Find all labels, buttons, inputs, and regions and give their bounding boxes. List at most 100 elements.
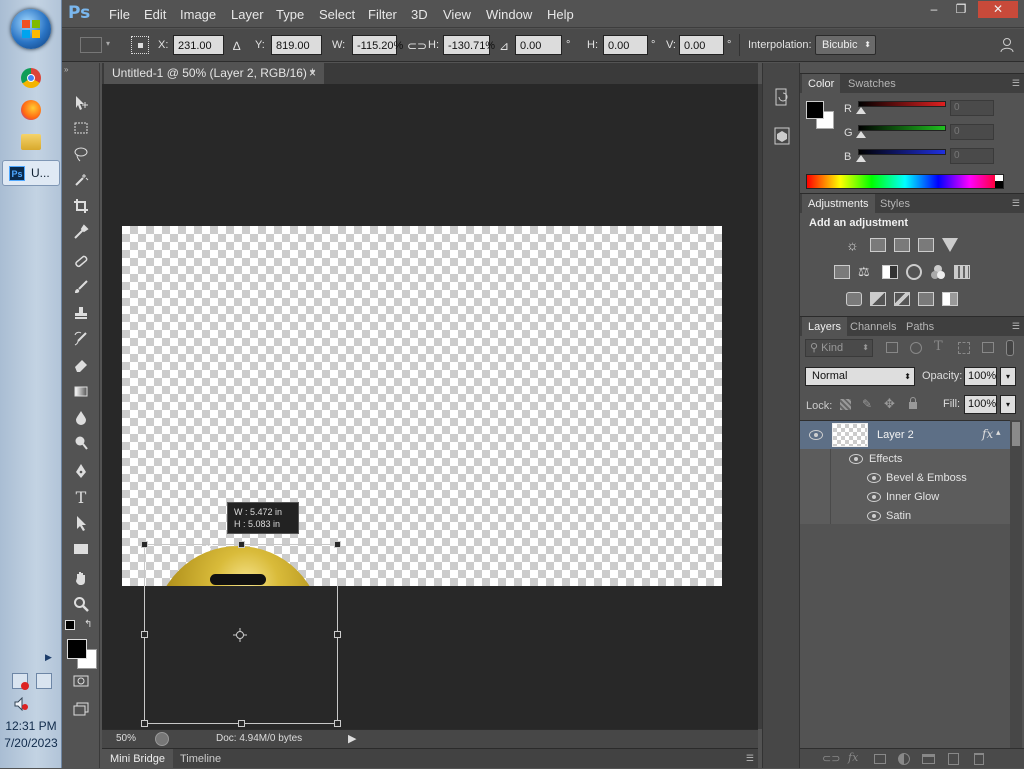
swap-colors-icon[interactable]: ↰ — [84, 619, 92, 630]
vertical-skew-field[interactable]: 0.00 — [679, 35, 724, 55]
healing-brush-tool-icon[interactable] — [71, 251, 91, 271]
selective-color-icon[interactable] — [942, 292, 958, 306]
filter-adjustment-icon[interactable] — [910, 342, 922, 354]
width-percent-field[interactable]: -115.20% — [352, 35, 403, 55]
levels-icon[interactable] — [870, 238, 886, 252]
menu-window[interactable]: Window — [486, 7, 532, 22]
warp-mode-icon[interactable] — [999, 37, 1015, 53]
effect-visibility-eye-icon[interactable] — [867, 473, 881, 483]
menu-view[interactable]: View — [443, 7, 471, 22]
menu-layer[interactable]: Layer — [231, 7, 264, 22]
menu-edit[interactable]: Edit — [144, 7, 166, 22]
curves-icon[interactable] — [894, 238, 910, 252]
firefox-icon[interactable] — [21, 100, 41, 120]
tab-swatches[interactable]: Swatches — [842, 74, 902, 94]
transform-handle-bottom[interactable] — [238, 720, 245, 727]
effect-row-satin[interactable]: Satin — [800, 507, 1010, 526]
network-icon[interactable] — [36, 673, 52, 689]
eraser-tool-icon[interactable] — [71, 355, 91, 375]
new-group-icon[interactable] — [922, 754, 935, 764]
channel-mixer-icon[interactable] — [930, 264, 946, 280]
lock-all-icon[interactable] — [908, 397, 918, 409]
lasso-tool-icon[interactable] — [71, 144, 91, 164]
menu-file[interactable]: File — [109, 7, 130, 22]
red-slider-thumb[interactable] — [856, 107, 866, 114]
add-layer-style-icon[interactable]: fx — [848, 751, 858, 764]
transform-bounding-box[interactable] — [141, 538, 341, 727]
zoom-level[interactable]: 50% — [116, 733, 136, 744]
effect-row-inner-glow[interactable]: Inner Glow — [800, 488, 1010, 507]
filter-pixel-icon[interactable] — [886, 342, 898, 353]
menu-image[interactable]: Image — [180, 7, 216, 22]
effect-visibility-eye-icon[interactable] — [867, 492, 881, 502]
color-foreground-swatch[interactable] — [806, 101, 824, 119]
color-balance-icon[interactable]: ⚖ — [858, 264, 870, 280]
lock-position-icon[interactable]: ✥ — [884, 396, 895, 412]
history-panel-icon[interactable] — [774, 88, 790, 106]
marquee-tool-icon[interactable] — [71, 118, 91, 138]
dodge-tool-icon[interactable] — [71, 433, 91, 453]
transform-handle-bottom-left[interactable] — [141, 720, 148, 727]
action-center-icon[interactable] — [12, 673, 29, 690]
system-clock[interactable]: 12:31 PM 7/20/2023 — [0, 718, 62, 752]
transform-handle-top[interactable] — [238, 541, 245, 548]
gradient-tool-icon[interactable] — [71, 381, 91, 401]
status-info-icon[interactable] — [155, 732, 169, 746]
blur-tool-icon[interactable] — [71, 407, 91, 427]
menu-type[interactable]: Type — [276, 7, 304, 22]
rotation-angle-field[interactable]: 0.00 — [515, 35, 562, 55]
new-adjustment-layer-icon[interactable] — [898, 753, 910, 765]
adjustments-panel-menu-icon[interactable]: ☰ — [1012, 198, 1020, 209]
tab-styles[interactable]: Styles — [874, 194, 916, 214]
layer-filter-kind-select[interactable]: ⚲ Kind ⬍ — [805, 339, 873, 357]
collapse-effects-icon[interactable]: ▴ — [996, 427, 1001, 438]
brush-tool-icon[interactable] — [71, 277, 91, 297]
effect-visibility-eye-icon[interactable] — [867, 511, 881, 521]
transform-handle-left[interactable] — [141, 631, 148, 638]
lock-image-icon[interactable]: ✎ — [862, 397, 872, 411]
history-brush-tool-icon[interactable] — [71, 329, 91, 349]
rectangle-tool-icon[interactable] — [71, 539, 91, 559]
add-mask-icon[interactable] — [874, 754, 886, 764]
brightness-contrast-icon[interactable]: ☼ — [846, 237, 862, 253]
tab-layers[interactable]: Layers — [802, 317, 848, 337]
status-menu-arrow-icon[interactable]: ▶ — [348, 732, 356, 745]
blend-mode-select[interactable]: Normal ⬍ — [805, 367, 915, 386]
3d-panel-icon[interactable] — [774, 127, 790, 145]
screen-mode-icon[interactable] — [71, 699, 91, 719]
default-colors-icon[interactable] — [65, 620, 75, 630]
invert-icon[interactable] — [846, 292, 862, 306]
transform-reference-point-icon[interactable] — [233, 628, 247, 642]
y-position-field[interactable]: 819.00 px — [271, 35, 322, 72]
blue-value-field[interactable]: 0 — [950, 148, 994, 164]
chrome-icon[interactable] — [21, 68, 41, 88]
type-tool-icon[interactable]: T — [71, 487, 91, 507]
tab-adjustments[interactable]: Adjustments — [802, 194, 875, 214]
layer-name[interactable]: Layer 2 — [877, 429, 914, 441]
layers-scrollbar[interactable] — [1010, 420, 1022, 750]
link-icon[interactable]: ⊂⊃ — [407, 39, 427, 53]
close-tab-icon[interactable]: × — [309, 63, 316, 84]
menu-filter[interactable]: Filter — [368, 7, 397, 22]
filter-shape-icon[interactable] — [958, 342, 970, 354]
chevron-down-icon[interactable]: ▾ — [106, 39, 110, 48]
clone-stamp-tool-icon[interactable] — [71, 303, 91, 323]
fill-dropdown-icon[interactable]: ▾ — [1000, 395, 1016, 414]
collapse-arrows-icon[interactable]: » — [64, 65, 68, 74]
transform-tool-preset-icon[interactable] — [80, 37, 102, 53]
transform-handle-right[interactable] — [334, 631, 341, 638]
red-value-field[interactable]: 0 — [950, 100, 994, 116]
green-slider-thumb[interactable] — [856, 131, 866, 138]
transform-handle-bottom-right[interactable] — [334, 720, 341, 727]
transform-handle-top-left[interactable] — [141, 541, 148, 548]
blue-channel-slider[interactable] — [858, 149, 946, 155]
filter-smart-object-icon[interactable] — [982, 342, 994, 353]
color-panel-menu-icon[interactable]: ☰ — [1012, 78, 1020, 89]
black-white-icon[interactable] — [882, 265, 898, 279]
effects-visibility-eye-icon[interactable] — [849, 454, 863, 464]
document-canvas[interactable] — [122, 226, 722, 586]
tab-mini-bridge[interactable]: Mini Bridge — [102, 749, 174, 769]
eyedropper-tool-icon[interactable] — [71, 222, 91, 242]
height-percent-field[interactable]: -130.71% — [443, 35, 495, 55]
exposure-icon[interactable] — [918, 238, 934, 252]
